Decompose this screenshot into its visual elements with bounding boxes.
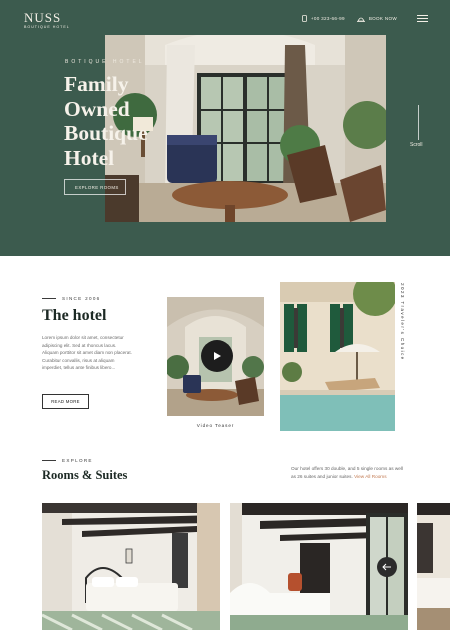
play-button[interactable] [201, 340, 233, 372]
room-card[interactable] [417, 503, 450, 630]
video-teaser-caption: Video Teaser [196, 423, 235, 428]
rooms-description: Our hotel offers 30 double, and 5 single… [291, 465, 406, 481]
hero-section: NUSS BOUTIQUE HOTEL +00 323-66-99 BOOK N… [0, 0, 450, 256]
read-more-button[interactable]: READ MORE [42, 394, 89, 409]
hero-kicker: BOTIQUE HOTEL [65, 59, 145, 65]
hero-title-line: Hotel [64, 145, 115, 170]
play-icon [214, 352, 221, 360]
since-label: SINCE 2006 [42, 296, 101, 301]
scroll-label[interactable]: Scroll [410, 142, 423, 148]
book-now-link[interactable]: BOOK NOW [356, 16, 397, 22]
hero-title: Family Owned Boutique Hotel [64, 72, 148, 170]
arrow-left-icon [382, 563, 391, 571]
hero-title-line: Family [64, 72, 129, 96]
hotel-description: Lorem ipsum dolor sit amet, consectetur … [42, 335, 132, 371]
pool-courtyard-image [280, 282, 395, 431]
award-vertical-text: 2023 Traveler's Choice [400, 283, 405, 361]
brand-name: NUSS [24, 10, 62, 25]
brand-tagline: BOUTIQUE HOTEL [24, 25, 70, 29]
view-all-rooms-link[interactable]: View All Rooms [354, 474, 386, 479]
room-card[interactable] [42, 503, 220, 630]
book-now-label: BOOK NOW [368, 16, 397, 21]
scroll-indicator-line [418, 105, 419, 140]
bell-icon [356, 17, 365, 22]
phone-number: +00 323-66-99 [310, 16, 345, 21]
hero-title-line: Boutique [64, 121, 148, 145]
brand-logo[interactable]: NUSS BOUTIQUE HOTEL [24, 11, 70, 29]
explore-text: EXPLORE [62, 458, 93, 463]
phone-icon [301, 15, 307, 22]
phone-link[interactable]: +00 323-66-99 [301, 15, 345, 22]
hotel-title: The hotel [42, 307, 107, 324]
explore-rooms-button[interactable]: EXPLORE ROOMS [64, 179, 126, 195]
hero-title-line: Owned [64, 96, 130, 121]
since-text: SINCE 2006 [62, 296, 101, 301]
top-navigation: +00 323-66-99 BOOK NOW [290, 13, 428, 24]
explore-label: EXPLORE [42, 458, 93, 463]
hamburger-icon[interactable] [417, 13, 428, 24]
carousel-prev-button[interactable] [377, 557, 397, 577]
rooms-title: Rooms & Suites [42, 468, 128, 482]
